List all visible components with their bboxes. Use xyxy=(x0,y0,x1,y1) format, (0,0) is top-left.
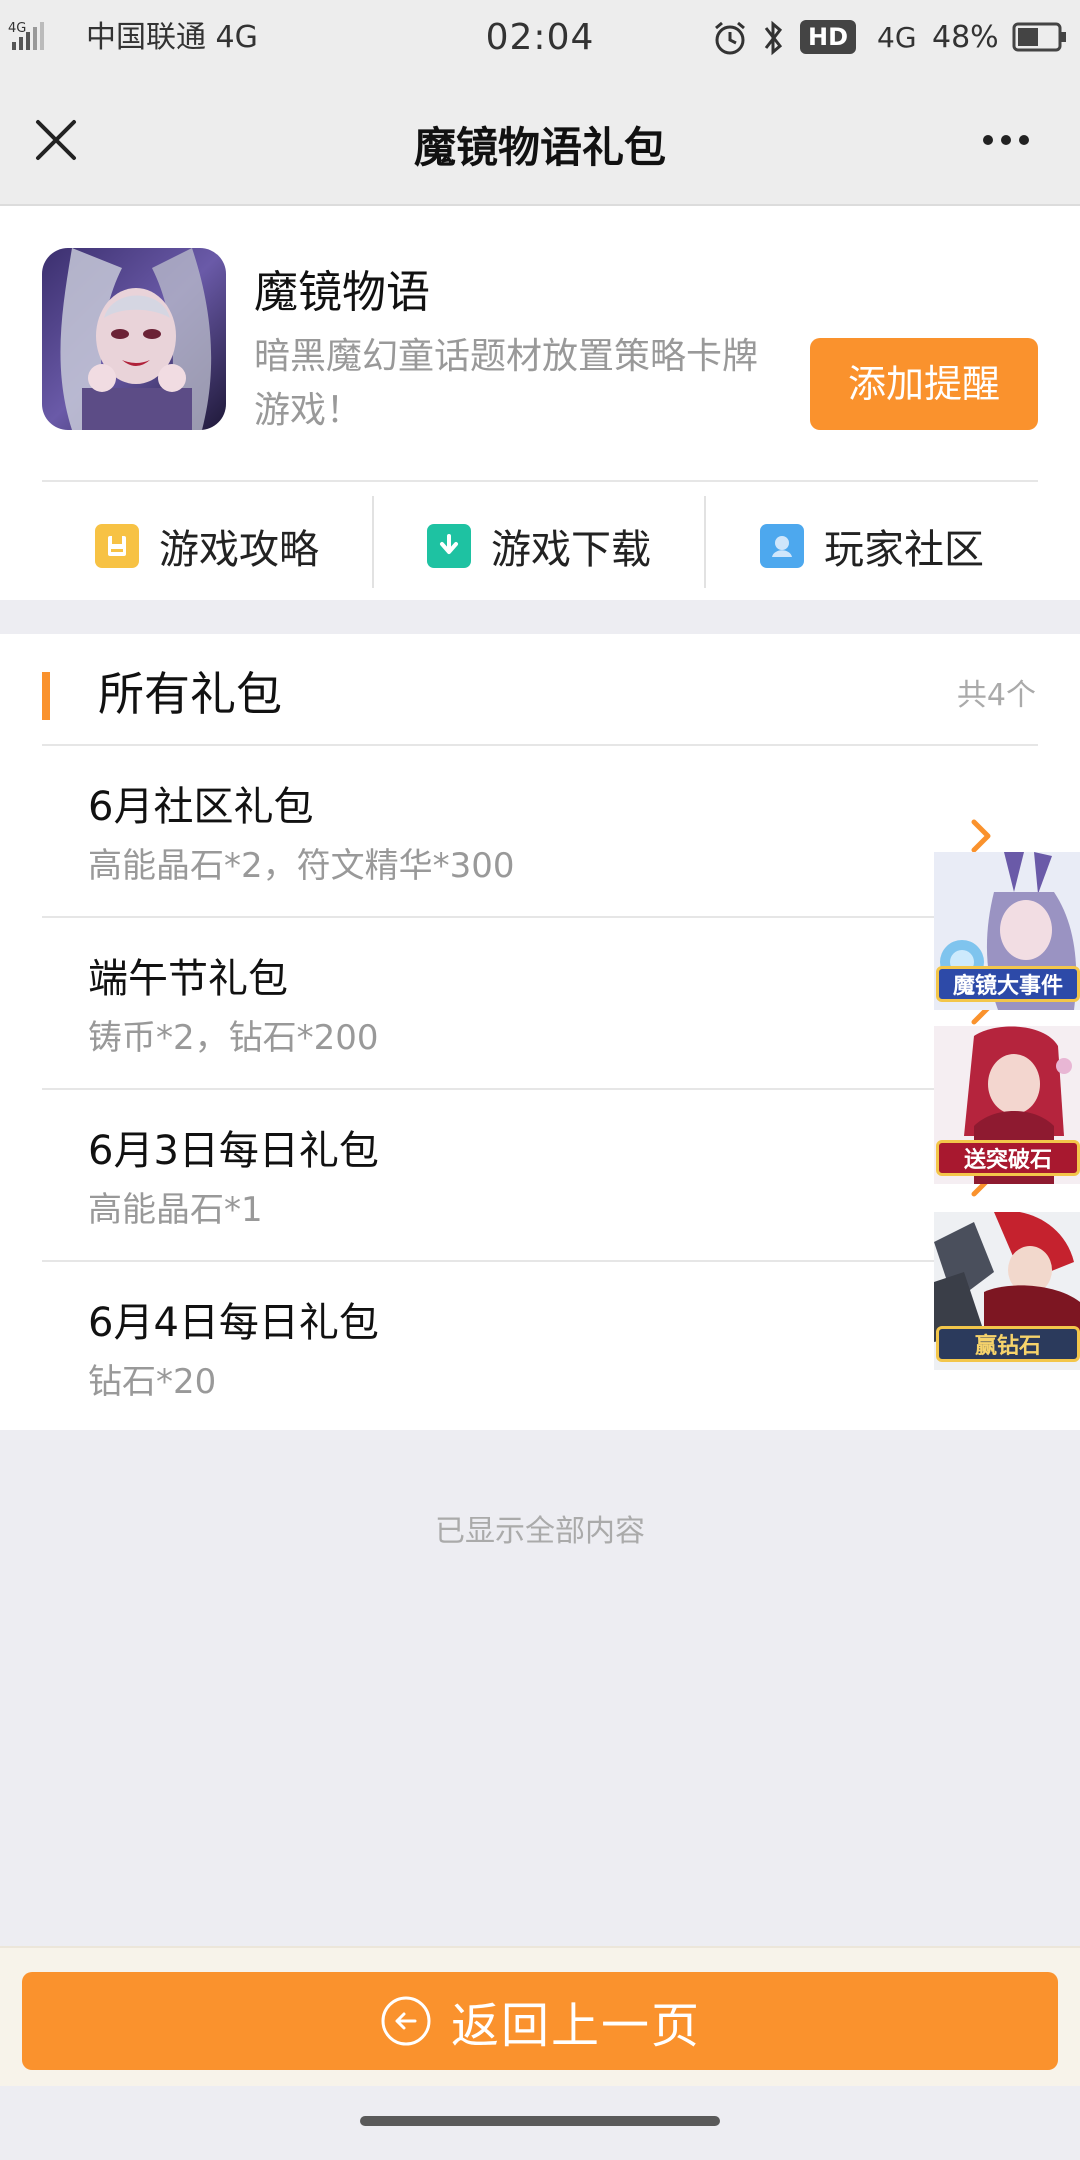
gift-name: 端午节礼包 xyxy=(88,956,288,1002)
divider xyxy=(42,480,1038,482)
community-icon xyxy=(760,524,804,568)
bottom-bar: 返回上一页 xyxy=(0,1946,1080,2086)
game-name: 魔镜物语 xyxy=(254,267,430,318)
back-button[interactable]: 返回上一页 xyxy=(22,1972,1058,2070)
network-label: 4G xyxy=(877,21,917,54)
game-description: 暗黑魔幻童话题材放置策略卡牌游戏！ xyxy=(254,336,759,431)
gift-row[interactable]: 端午节礼包 铸币*2，钻石*200 xyxy=(42,918,1038,1090)
gift-reward: 高能晶石*1 xyxy=(88,1190,263,1230)
bluetooth-icon xyxy=(764,20,783,56)
gift-name: 6月3日每日礼包 xyxy=(88,1128,379,1174)
more-icon[interactable] xyxy=(976,118,1036,162)
section-accent-bar xyxy=(42,672,50,720)
quick-link-guide[interactable]: 游戏攻略 xyxy=(42,496,372,596)
quick-link-label: 游戏下载 xyxy=(491,527,651,573)
gift-row[interactable]: 6月4日每日礼包 钻石*20 xyxy=(42,1262,1038,1430)
game-card: 魔镜物语 暗黑魔幻童话题材放置策略卡牌游戏！ 添加提醒 游戏攻略 游戏下载 玩家… xyxy=(0,206,1080,600)
back-arrow-icon xyxy=(381,1996,431,2046)
quick-link-download[interactable]: 游戏下载 xyxy=(374,496,704,596)
gift-list: 所有礼包 共4个 6月社区礼包 高能晶石*2，符文精华*300 端午节礼包 铸币… xyxy=(0,634,1080,1430)
status-bar: 4G 中国联通 4G 02:04 HD 4G 48% xyxy=(0,0,1080,78)
quick-link-label: 玩家社区 xyxy=(824,527,984,573)
quick-link-community[interactable]: 玩家社区 xyxy=(706,496,1038,596)
quick-link-label: 游戏攻略 xyxy=(159,527,319,573)
promo-label: 魔镜大事件 xyxy=(936,966,1080,1002)
battery-percent: 48% xyxy=(932,20,999,55)
gift-name: 6月4日每日礼包 xyxy=(88,1300,379,1346)
promo-label: 送突破石 xyxy=(936,1140,1080,1176)
guide-icon xyxy=(95,524,139,568)
gift-row[interactable]: 6月3日每日礼包 高能晶石*1 xyxy=(42,1090,1038,1262)
home-indicator[interactable] xyxy=(360,2116,720,2126)
download-icon xyxy=(427,524,471,568)
add-reminder-button[interactable]: 添加提醒 xyxy=(810,338,1038,430)
gift-count: 共4个 xyxy=(956,678,1036,713)
gift-reward: 高能晶石*2，符文精华*300 xyxy=(88,846,515,886)
gift-reward: 钻石*20 xyxy=(88,1362,217,1402)
nav-bar: 魔镜物语礼包 xyxy=(0,78,1080,206)
alarm-icon xyxy=(715,21,745,55)
section-title: 所有礼包 xyxy=(98,667,282,721)
promo-banner-diamond[interactable]: 赢钻石 xyxy=(934,1212,1080,1370)
hd-badge: HD xyxy=(800,20,856,54)
promo-banner-breakthrough[interactable]: 送突破石 xyxy=(934,1026,1080,1184)
promo-label: 赢钻石 xyxy=(936,1326,1080,1362)
end-of-list-note: 已显示全部内容 xyxy=(435,1514,645,1549)
promo-banner-event[interactable]: 魔镜大事件 xyxy=(934,852,1080,1010)
gift-row[interactable]: 6月社区礼包 高能晶石*2，符文精华*300 xyxy=(42,746,1038,918)
back-button-label: 返回上一页 xyxy=(450,1998,701,2054)
clock: 02:04 xyxy=(485,17,595,58)
game-icon xyxy=(42,248,226,430)
chevron-right-icon xyxy=(971,819,991,853)
gift-reward: 铸币*2，钻石*200 xyxy=(88,1018,379,1058)
page-title: 魔镜物语礼包 xyxy=(413,123,666,172)
gift-name: 6月社区礼包 xyxy=(88,784,314,830)
battery-icon xyxy=(1012,22,1066,52)
